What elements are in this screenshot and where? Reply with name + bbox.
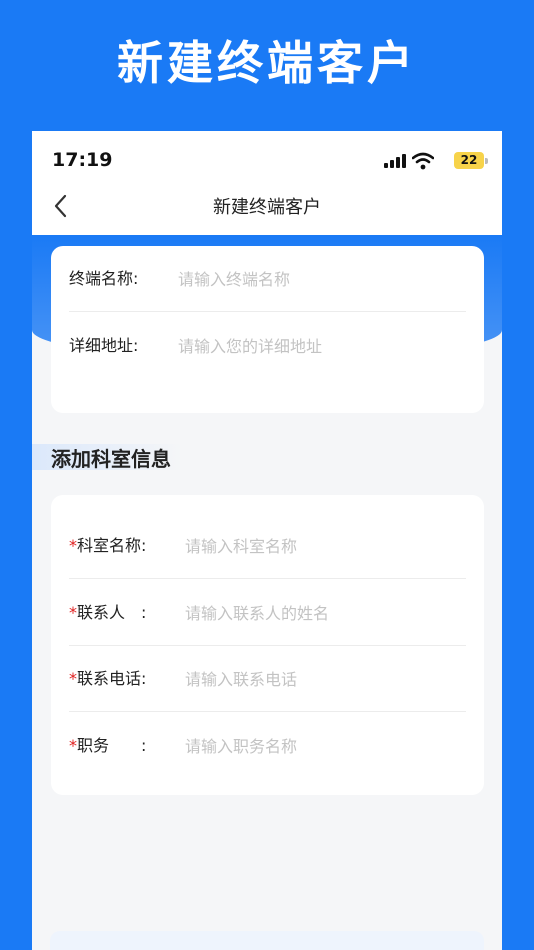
department-name-row: *科室名称:	[69, 513, 466, 579]
position-row: *职务 :	[69, 713, 466, 779]
battery-cap-icon	[485, 158, 488, 164]
address-row: 详细地址:	[69, 313, 466, 379]
contact-person-input[interactable]	[185, 597, 455, 629]
required-mark: *	[69, 536, 77, 555]
required-mark: *	[69, 736, 77, 755]
contact-phone-row: *联系电话:	[69, 646, 466, 712]
terminal-info-card: 终端名称: 详细地址:	[51, 246, 484, 413]
contact-phone-label: *联系电话:	[69, 646, 146, 712]
position-input[interactable]	[185, 730, 455, 762]
promo-title: 新建终端客户	[117, 36, 417, 90]
divider	[69, 711, 466, 712]
wifi-icon	[412, 152, 434, 170]
divider	[69, 311, 466, 312]
department-info-card: *科室名称: *联系人 : *联系电话: *职务 :	[51, 495, 484, 795]
contact-phone-label-text: 联系电话:	[77, 669, 147, 688]
signal-icon	[384, 154, 406, 168]
terminal-name-row: 终端名称:	[69, 246, 466, 312]
position-label: *职务 :	[69, 713, 146, 779]
required-mark: *	[69, 603, 77, 622]
contact-person-label-text: 联系人 :	[77, 603, 147, 622]
page-title: 新建终端客户	[213, 197, 321, 218]
terminal-name-input[interactable]	[178, 263, 448, 295]
contact-person-row: *联系人 :	[69, 580, 466, 646]
department-name-label-text: 科室名称:	[77, 536, 147, 555]
terminal-name-label: 终端名称:	[69, 269, 139, 288]
position-label-text: 职务 :	[77, 736, 147, 755]
department-name-input[interactable]	[185, 530, 455, 562]
department-name-label: *科室名称:	[69, 513, 146, 579]
status-icons: 22	[368, 152, 488, 170]
phone-screen: 17:19 22 新建终端客户 终端名称: 请输入终端名称 详细地址: 请输入您…	[32, 131, 502, 950]
top-bar: 17:19 22 新建终端客户	[32, 131, 502, 235]
required-mark: *	[69, 669, 77, 688]
status-time: 17:19	[52, 149, 113, 171]
address-label: 详细地址:	[69, 336, 139, 355]
bottom-action-area	[50, 931, 484, 950]
divider	[69, 578, 466, 579]
address-input[interactable]	[178, 330, 448, 362]
section-title: 添加科室信息	[51, 447, 171, 471]
battery-icon: 22	[454, 152, 484, 169]
contact-phone-input[interactable]	[185, 663, 455, 695]
contact-person-label: *联系人 :	[69, 580, 146, 646]
